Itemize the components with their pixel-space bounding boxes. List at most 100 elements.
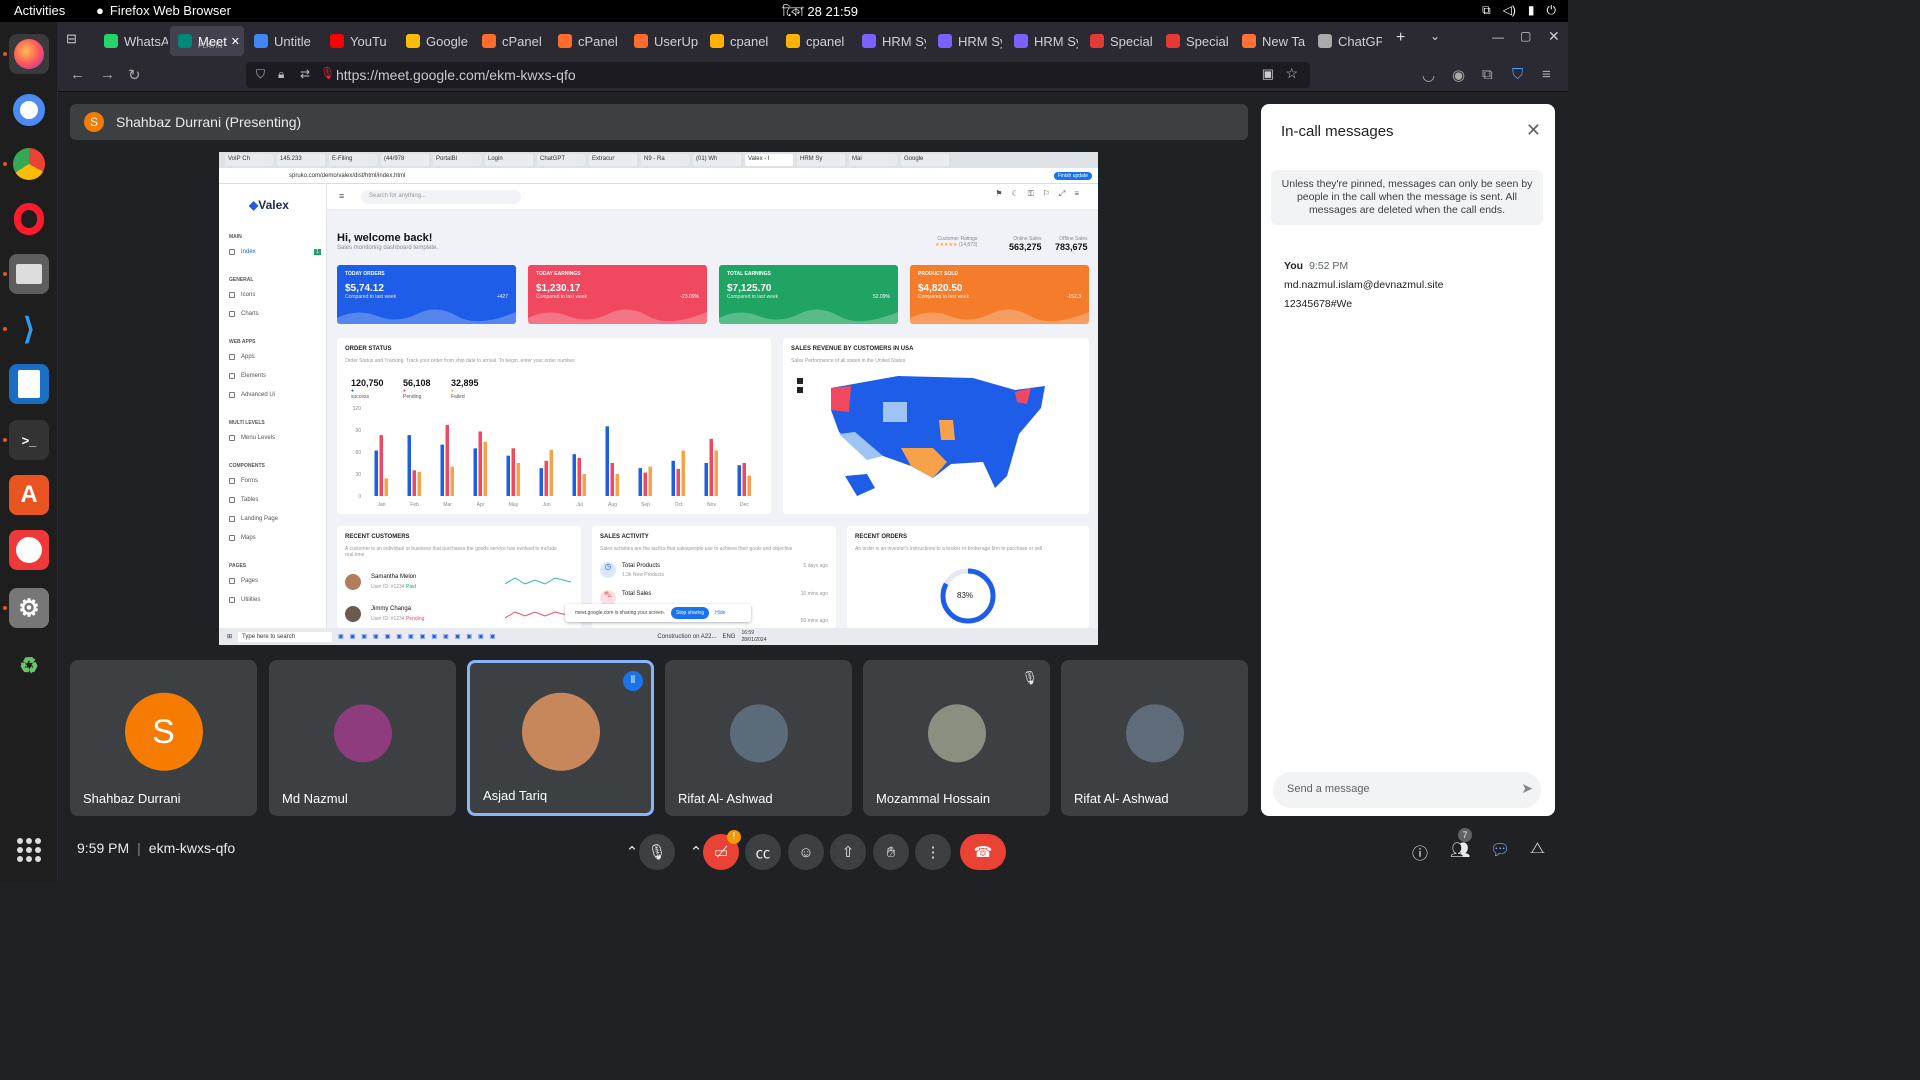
present-button[interactable]: ⇧	[830, 834, 866, 870]
new-tab-plus-icon[interactable]: +	[1396, 29, 1405, 47]
files-launcher[interactable]	[9, 254, 49, 294]
send-icon[interactable]: ➤	[1521, 780, 1533, 797]
browser-tab[interactable]: HRM Sy	[1006, 26, 1078, 56]
participant-tile[interactable]: Md Nazmul	[269, 660, 456, 816]
diamond-icon: ◆	[249, 198, 259, 212]
close-window-icon[interactable]: ✕	[1548, 28, 1560, 45]
info-icon[interactable]: ⓘ	[1412, 840, 1428, 864]
browser-tab[interactable]: Untitle	[246, 26, 318, 56]
presenter-avatar: S	[84, 112, 104, 132]
card-percent: 52.09%	[873, 294, 890, 300]
close-icon[interactable]: ✕	[1526, 120, 1541, 141]
participant-tile[interactable]: Rifat Al- Ashwad	[665, 660, 852, 816]
show-apps-grid-icon[interactable]	[17, 838, 41, 862]
system-tray[interactable]: ⧉ ◁) ▮ ⏻	[1482, 3, 1556, 18]
minimize-icon[interactable]: —	[1492, 30, 1504, 44]
chat-icon[interactable]: 💬︎	[1490, 840, 1510, 860]
forward-arrow-icon[interactable]: →	[100, 66, 115, 83]
participant-name: Shahbaz Durrani	[83, 791, 181, 806]
browser-tab[interactable]: WhatsA	[96, 26, 168, 56]
shared-tab: Login	[485, 154, 533, 166]
running-indicator	[3, 162, 7, 166]
menu-section: GENERAL	[229, 277, 254, 283]
settings-launcher[interactable]: ⚙	[9, 588, 49, 628]
browser-tab[interactable]: ChatGP	[1310, 26, 1382, 56]
pocket-icon[interactable]: ◡	[1422, 66, 1435, 84]
participant-tile[interactable]: Rifat Al- Ashwad	[1061, 660, 1248, 816]
account-icon[interactable]: ◉	[1452, 66, 1465, 84]
opera-launcher[interactable]	[9, 199, 49, 239]
terminal-launcher[interactable]: >_	[9, 420, 49, 460]
address-bar[interactable]: ⛉ 🔒︎ ⇄ 🎙︎ https://meet.google.com/ekm-kw…	[246, 62, 1310, 88]
leave-call-button[interactable]: ☎	[960, 834, 1006, 870]
reload-icon[interactable]: ↻	[128, 66, 141, 84]
message-line[interactable]: 12345678#We	[1284, 295, 1443, 314]
app-menu-icon[interactable]: ≡	[1542, 66, 1551, 83]
system-clock[interactable]: কোি 28 21:59	[782, 3, 858, 24]
extensions-icon[interactable]: ⧉	[1482, 66, 1493, 83]
captions-button[interactable]: ㏄	[745, 834, 781, 870]
tab-label: HRM Sy	[882, 33, 926, 49]
running-indicator	[3, 272, 7, 276]
participant-name: Md Nazmul	[282, 791, 348, 806]
close-tab-icon[interactable]: ✕	[231, 35, 240, 48]
maximize-icon[interactable]: ▢	[1520, 29, 1531, 43]
list-tabs-chevron-icon[interactable]: ⌄	[1430, 29, 1440, 43]
bookmark-star-icon[interactable]: ☆	[1285, 65, 1298, 82]
writer-launcher[interactable]	[9, 364, 49, 404]
trash-launcher[interactable]: ♻	[9, 646, 49, 686]
participant-tile[interactable]: S Shahbaz Durrani	[70, 660, 257, 816]
microphone-permission-icon[interactable]: 🎙︎	[320, 66, 335, 80]
browser-tab[interactable]: Meet PLAYIN ✕	[170, 26, 244, 56]
vscode-launcher[interactable]: ⟩	[9, 309, 49, 349]
browser-tab[interactable]: cpanel	[778, 26, 850, 56]
hand-icon: ✋︎	[886, 843, 896, 861]
browser-tab[interactable]: cPanel	[474, 26, 546, 56]
lock-icon[interactable]: 🔒︎	[278, 67, 284, 82]
browser-tab[interactable]: HRM Sy	[854, 26, 926, 56]
more-options-button[interactable]: ⋮	[915, 834, 951, 870]
tab-label: cPanel	[502, 33, 542, 49]
bitwarden-icon[interactable]: ⛉	[1512, 66, 1523, 83]
send-message-input[interactable]: Send a message	[1273, 772, 1541, 808]
participant-tile[interactable]: 🎙︎ Mozammal Hossain	[863, 660, 1050, 816]
microphone-button[interactable]: 🎙︎	[639, 834, 675, 870]
meeting-details: 9:59 PM | ekm-kwxs-qfo	[77, 840, 236, 856]
browser-tab[interactable]: Google	[398, 26, 470, 56]
back-arrow-icon[interactable]: ←	[70, 66, 85, 83]
gear-icon: ⚙	[18, 594, 40, 622]
browser-tab[interactable]: cPanel	[550, 26, 622, 56]
taskbar-lang: ENG	[722, 633, 736, 640]
reactions-button[interactable]: ☺	[788, 834, 824, 870]
participant-tile[interactable]: ⦀ Asjad Tariq	[467, 660, 654, 816]
browser-tab[interactable]: Special	[1082, 26, 1154, 56]
browser-tab[interactable]: Special	[1158, 26, 1230, 56]
card-percent: +427	[496, 294, 508, 300]
focused-app[interactable]: ● Firefox Web Browser	[96, 3, 231, 18]
card-wave	[910, 309, 1089, 324]
activities-button[interactable]: Activities	[14, 3, 65, 18]
permissions-icon[interactable]: ⇄	[300, 67, 310, 81]
raise-hand-button[interactable]: ✋︎	[873, 834, 909, 870]
tab-overview-icon[interactable]: ⊟	[66, 31, 77, 47]
activities-shapes-icon[interactable]: ⧍	[1530, 840, 1545, 858]
card-value: $1,230.17	[536, 283, 581, 294]
browser-tab[interactable]: New Ta	[1234, 26, 1306, 56]
message-line[interactable]: md.nazmul.islam@devnazmul.site	[1284, 276, 1443, 295]
people-icon[interactable]: 👥︎ 7	[1450, 828, 1472, 860]
shield-icon[interactable]: ⛉	[256, 67, 265, 82]
browser-tab[interactable]: UserUp	[626, 26, 698, 56]
chrome-launcher[interactable]	[9, 144, 49, 184]
vivaldi-launcher[interactable]	[9, 530, 49, 570]
x-tick-label: May	[509, 502, 519, 508]
browser-tab[interactable]: YouTu	[322, 26, 394, 56]
software-launcher[interactable]: A	[9, 475, 49, 515]
browser-tab[interactable]: cpanel	[702, 26, 774, 56]
camera-permission-icon[interactable]: ▣	[1262, 66, 1274, 82]
browser-tab[interactable]: HRM Sy	[930, 26, 1002, 56]
camera-button[interactable]: ▭̸!	[703, 830, 741, 870]
ubuntu-dock: ⟩ >_ A ⚙ ♻	[0, 22, 58, 882]
firefox-launcher[interactable]	[9, 34, 49, 74]
chromium-launcher[interactable]	[9, 90, 49, 130]
bar	[671, 460, 675, 496]
